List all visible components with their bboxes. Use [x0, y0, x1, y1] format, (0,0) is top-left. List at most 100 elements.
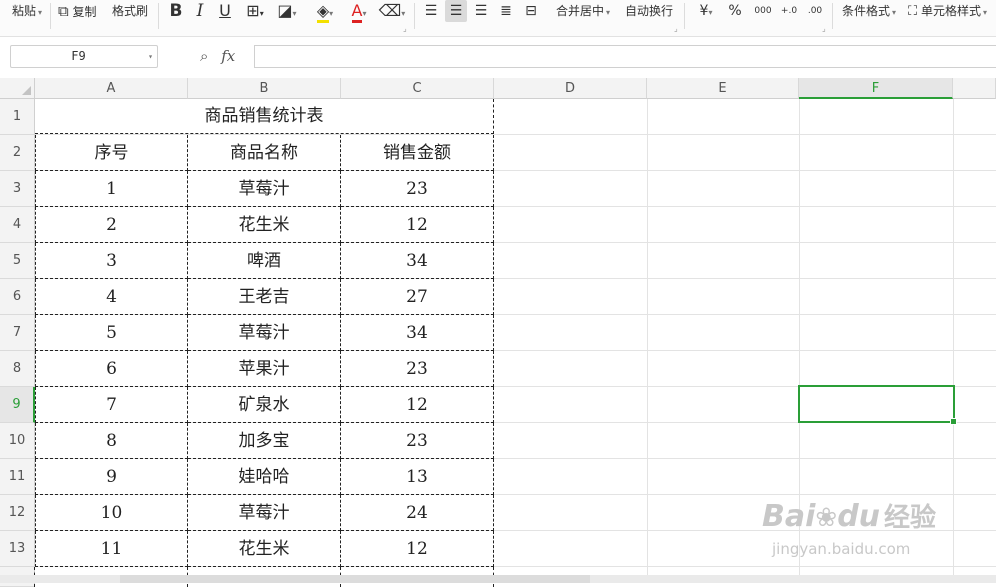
table-cell[interactable]: 23 — [341, 171, 494, 207]
select-all-corner[interactable] — [0, 78, 35, 99]
table-cell[interactable]: 草莓汁 — [188, 495, 341, 531]
currency-button[interactable]: ¥▾ — [694, 0, 718, 22]
formula-input[interactable] — [254, 45, 996, 68]
distributed-align-icon[interactable]: ⊟ — [521, 0, 541, 22]
justify-icon[interactable]: ≣ — [496, 0, 516, 22]
table-cell[interactable]: 12 — [341, 531, 494, 567]
divider — [158, 3, 159, 29]
fx-icon[interactable]: fx — [221, 47, 235, 65]
row-header-3[interactable]: 3 — [0, 171, 35, 207]
chevron-down-icon[interactable]: ▾ — [148, 46, 153, 67]
font-color-button[interactable]: A▾ — [346, 0, 372, 23]
table-cell[interactable]: 9 — [35, 459, 188, 495]
align-left-icon[interactable]: ☰ — [421, 0, 441, 22]
merge-center-label: 合并居中 — [556, 4, 605, 18]
align-right-icon[interactable]: ☰ — [471, 0, 491, 22]
row-header-4[interactable]: 4 — [0, 207, 35, 243]
gridline — [647, 99, 648, 583]
conditional-format-button[interactable]: 条件格式 ▾ — [842, 0, 896, 22]
column-header-c[interactable]: C — [341, 78, 494, 99]
fill-handle[interactable] — [950, 418, 957, 425]
table-cell[interactable]: 加多宝 — [188, 423, 341, 459]
percent-button[interactable]: % — [726, 0, 744, 22]
table-cell[interactable]: 花生米 — [188, 207, 341, 243]
row-header-11[interactable]: 11 — [0, 459, 35, 495]
borders-button[interactable]: ⊞▾ — [242, 0, 268, 22]
table-cell[interactable]: 草莓汁 — [188, 171, 341, 207]
table-cell[interactable]: 12 — [341, 387, 494, 423]
increase-decimal-button[interactable]: +.0 — [778, 0, 800, 22]
underline-button[interactable]: U — [215, 0, 235, 22]
table-title[interactable]: 商品销售统计表 — [35, 99, 494, 134]
table-cell[interactable]: 2 — [35, 207, 188, 243]
copy-button[interactable]: ⧉ 复制 — [58, 0, 97, 22]
row-header-10[interactable]: 10 — [0, 423, 35, 459]
table-cell[interactable]: 啤酒 — [188, 243, 341, 279]
row-header-13[interactable]: 13 — [0, 531, 35, 567]
merge-center-button[interactable]: 合并居中 ▾ — [556, 0, 610, 22]
dialog-launcher-icon[interactable]: ⌟ — [403, 24, 407, 33]
row-header-9[interactable]: 9 — [0, 387, 35, 423]
table-cell[interactable]: 7 — [35, 387, 188, 423]
row-header-2[interactable]: 2 — [0, 135, 35, 171]
fill-style-button[interactable]: ◪▾ — [274, 0, 300, 22]
column-header-f[interactable]: F — [799, 78, 953, 99]
row-header-8[interactable]: 8 — [0, 351, 35, 387]
table-cell[interactable]: 娃哈哈 — [188, 459, 341, 495]
row-header-12[interactable]: 12 — [0, 495, 35, 531]
bold-button[interactable]: B — [166, 0, 186, 22]
table-cell[interactable]: 苹果汁 — [188, 351, 341, 387]
table-header-cell[interactable]: 销售金额 — [341, 135, 494, 171]
table-cell[interactable]: 23 — [341, 351, 494, 387]
table-cell[interactable]: 13 — [341, 459, 494, 495]
dialog-launcher-icon[interactable]: ⌟ — [822, 24, 826, 33]
column-header-d[interactable]: D — [494, 78, 647, 99]
divider — [684, 3, 685, 29]
table-cell[interactable]: 3 — [35, 243, 188, 279]
format-painter-button[interactable]: 格式刷 — [112, 0, 148, 22]
wrap-text-button[interactable]: 自动换行 — [625, 0, 673, 22]
table-cell[interactable]: 草莓汁 — [188, 315, 341, 351]
clear-button[interactable]: ⌫▾ — [378, 0, 406, 22]
table-cell[interactable]: 8 — [35, 423, 188, 459]
table-header-cell[interactable]: 商品名称 — [188, 135, 341, 171]
thousands-separator-button[interactable]: 000 — [752, 0, 774, 22]
table-cell[interactable]: 11 — [35, 531, 188, 567]
row-header-5[interactable]: 5 — [0, 243, 35, 279]
table-cell[interactable]: 王老吉 — [188, 279, 341, 315]
table-cell[interactable]: 花生米 — [188, 531, 341, 567]
selected-cell[interactable] — [798, 385, 957, 425]
font-color-icon: A — [351, 1, 363, 23]
column-header-overflow[interactable] — [953, 78, 996, 99]
paw-icon: ❀ — [815, 503, 838, 533]
table-cell[interactable]: 矿泉水 — [188, 387, 341, 423]
table-cell[interactable]: 24 — [341, 495, 494, 531]
table-cell[interactable]: 4 — [35, 279, 188, 315]
align-center-icon[interactable]: ☰ — [445, 0, 467, 22]
fill-color-button[interactable]: ◈▾ — [310, 0, 340, 23]
row-header-7[interactable]: 7 — [0, 315, 35, 351]
table-cell[interactable]: 23 — [341, 423, 494, 459]
zoom-icon[interactable]: ⌕ — [200, 47, 208, 65]
table-cell[interactable]: 6 — [35, 351, 188, 387]
row-header-1[interactable]: 1 — [0, 99, 35, 135]
table-cell[interactable]: 1 — [35, 171, 188, 207]
table-header-cell[interactable]: 序号 — [35, 135, 188, 171]
cell-style-button[interactable]: ⛶ 单元格样式 ▾ — [908, 0, 987, 22]
column-header-e[interactable]: E — [647, 78, 799, 99]
paste-button[interactable]: 粘贴 ▾ — [12, 0, 42, 22]
row-header-6[interactable]: 6 — [0, 279, 35, 315]
table-cell[interactable]: 12 — [341, 207, 494, 243]
column-header-a[interactable]: A — [35, 78, 188, 99]
horizontal-scrollbar[interactable] — [120, 575, 590, 583]
table-cell[interactable]: 10 — [35, 495, 188, 531]
table-cell[interactable]: 34 — [341, 315, 494, 351]
table-cell[interactable]: 34 — [341, 243, 494, 279]
column-header-b[interactable]: B — [188, 78, 341, 99]
italic-button[interactable]: I — [192, 0, 208, 22]
dialog-launcher-icon[interactable]: ⌟ — [674, 24, 678, 33]
table-cell[interactable]: 5 — [35, 315, 188, 351]
decrease-decimal-button[interactable]: .00 — [804, 0, 826, 22]
table-cell[interactable]: 27 — [341, 279, 494, 315]
name-box[interactable]: F9 ▾ — [10, 45, 158, 68]
